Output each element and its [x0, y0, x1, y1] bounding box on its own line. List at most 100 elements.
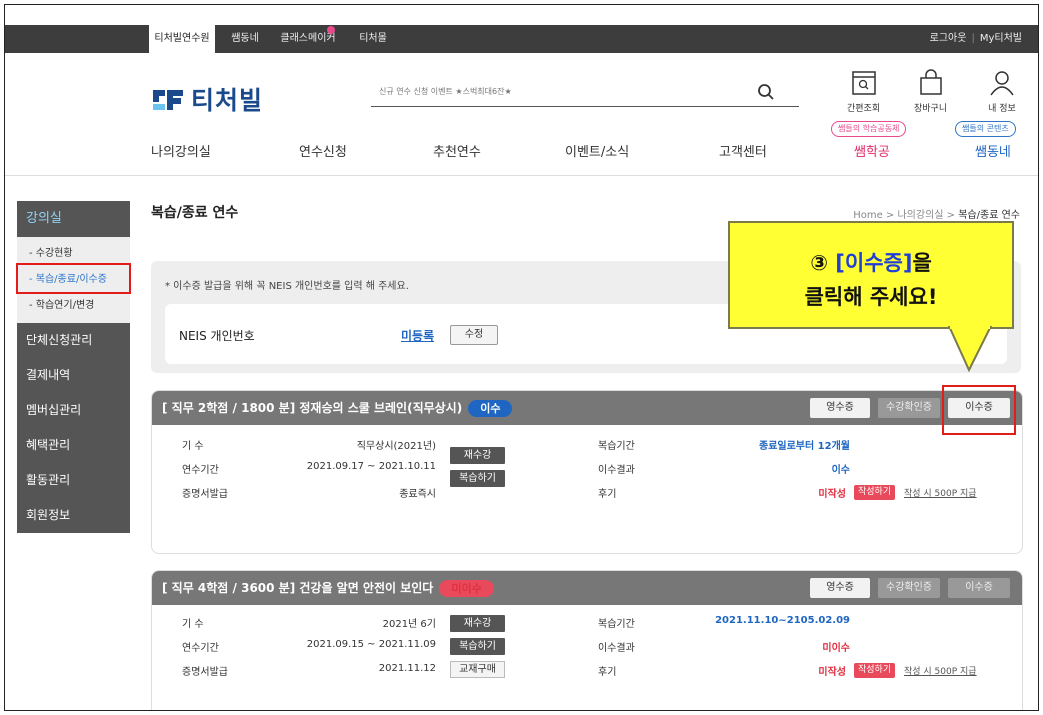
- course-title: [ 직무 2학점 / 1800 분] 정재승의 스쿨 브레인(직무상시) 이수: [162, 399, 513, 417]
- nav-recommended[interactable]: 추천연수: [433, 141, 481, 160]
- nav-my-classroom[interactable]: 나의강의실: [151, 141, 211, 160]
- value-cert: 종료즉시: [399, 489, 436, 500]
- sidebar-item-payment[interactable]: 결제내역: [17, 358, 130, 393]
- attendance-cert-button[interactable]: 수강확인증: [878, 398, 940, 418]
- completion-cert-button[interactable]: 이수증: [948, 578, 1010, 598]
- highlight-box: [16, 263, 131, 294]
- breadcrumb-sep: >: [885, 210, 895, 221]
- sidebar-item-postpone[interactable]: - 학습연기/변경: [17, 293, 130, 319]
- receipt-button[interactable]: 영수증: [810, 578, 870, 598]
- tab-ssemdongne[interactable]: 쌤동네: [223, 25, 267, 53]
- page-title: 복습/종료 연수: [151, 205, 239, 221]
- write-review-button[interactable]: 작성하기: [854, 485, 896, 500]
- breadcrumb-mid[interactable]: 나의강의실: [897, 210, 943, 221]
- label-result: 이수결과: [598, 643, 635, 654]
- quick-lookup-label: 간편조회: [847, 104, 881, 114]
- step-number: ③: [810, 251, 828, 275]
- global-nav: 나의강의실 연수신청 추천연수 이벤트/소식 고객센터 쌤학공 쌤동네: [151, 141, 1031, 169]
- label-cert: 증명서발급: [182, 667, 228, 678]
- sidebar-item-membership[interactable]: 멤버십관리: [17, 393, 130, 428]
- label-term: 기 수: [182, 441, 204, 452]
- sidebar: 강의실 - 수강현황 - 복습/종료/이수증 - 학습연기/변경 단체신청관리 …: [16, 201, 131, 533]
- my-info-button[interactable]: 내 정보: [988, 69, 1016, 114]
- review-button[interactable]: 복습하기: [450, 470, 505, 487]
- reward-link[interactable]: 작성 시 500P 지급: [904, 486, 977, 499]
- nav-ssemdongne[interactable]: 쌤동네: [975, 141, 1011, 160]
- divider: |: [971, 33, 975, 44]
- breadcrumb-home[interactable]: Home: [853, 210, 883, 221]
- sidebar-item-activity[interactable]: 활동관리: [17, 463, 130, 498]
- course-title: [ 직무 4학점 / 3600 분] 건강을 알면 안전이 보인다 미이수: [162, 579, 494, 597]
- my-teacherville-link[interactable]: My티처빌: [980, 33, 1022, 44]
- logo-mark-icon: [151, 86, 185, 112]
- review-button[interactable]: 복습하기: [450, 638, 505, 655]
- value-review-period: 종료일로부터 12개월: [759, 441, 850, 452]
- value-review-status: 미작성: [818, 667, 846, 678]
- retake-button[interactable]: 재수강: [450, 447, 505, 464]
- search-input[interactable]: [371, 77, 751, 105]
- course-title-text: [ 직무 2학점 / 1800 분] 정재승의 스쿨 브레인(직무상시): [162, 401, 463, 415]
- nav-apply[interactable]: 연수신청: [299, 141, 347, 160]
- label-review-period: 복습기간: [598, 441, 635, 452]
- value-term: 직무상시(2021년): [356, 441, 436, 452]
- pill-learning-community[interactable]: 쌤들의 학습공동체: [831, 121, 907, 137]
- course-header: [ 직무 4학점 / 3600 분] 건강을 알면 안전이 보인다 미이수 영수증…: [152, 571, 1022, 605]
- sidebar-item-member-info[interactable]: 회원정보: [17, 498, 130, 533]
- user-icon: [990, 71, 1014, 96]
- callout-line-1: ③ [이수증]을: [730, 247, 1012, 277]
- cart-button[interactable]: 장바구니: [914, 69, 947, 114]
- callout-highlight: [이수증]: [835, 251, 913, 275]
- neis-value-link[interactable]: 미등록: [401, 327, 434, 344]
- label-result: 이수결과: [598, 465, 635, 476]
- value-review-status: 미작성: [818, 489, 846, 500]
- nav-ssemhakgong[interactable]: 쌤학공: [854, 141, 890, 160]
- nav-customer-center[interactable]: 고객센터: [719, 141, 767, 160]
- label-period: 연수기간: [182, 465, 219, 476]
- value-review-period: 2021.11.10~2105.02.09: [715, 615, 850, 626]
- neis-edit-button[interactable]: 수정: [450, 325, 498, 345]
- pill-contents[interactable]: 쌤들의 콘텐츠: [955, 121, 1016, 137]
- status-badge: 미이수: [439, 580, 494, 597]
- sidebar-head[interactable]: 강의실: [17, 201, 130, 237]
- search-icon[interactable]: [757, 83, 775, 101]
- breadcrumb: Home > 나의강의실 > 복습/종료 연수: [853, 206, 1020, 221]
- label-review: 후기: [598, 667, 617, 678]
- sidebar-item-benefits[interactable]: 혜택관리: [17, 428, 130, 463]
- buy-textbook-button[interactable]: 교재구매: [450, 661, 505, 678]
- reward-link[interactable]: 작성 시 500P 지급: [904, 664, 977, 677]
- new-dot-icon: [327, 26, 335, 34]
- label-period: 연수기간: [182, 643, 219, 654]
- nav-divider: [5, 175, 1038, 176]
- course-card: [ 직무 4학점 / 3600 분] 건강을 알면 안전이 보인다 미이수 영수증…: [151, 570, 1023, 710]
- value-cert: 2021.11.12: [378, 663, 436, 674]
- receipt-button[interactable]: 영수증: [810, 398, 870, 418]
- instruction-callout: ③ [이수증]을 클릭해 주세요!: [728, 221, 1014, 329]
- callout-line-2: 클릭해 주세요!: [804, 285, 938, 309]
- quick-lookup-button[interactable]: 간편조회: [847, 69, 880, 114]
- neis-label: NEIS 개인번호: [179, 329, 255, 343]
- neis-message: * 이수증 발급을 위해 꼭 NEIS 개인번호를 입력 해 주세요.: [165, 281, 409, 292]
- label-cert: 증명서발급: [182, 489, 228, 500]
- highlight-box: [942, 385, 1016, 435]
- tab-teachermall[interactable]: 티처몰: [351, 25, 395, 53]
- nav-events[interactable]: 이벤트/소식: [565, 141, 629, 160]
- breadcrumb-sep: >: [946, 210, 956, 221]
- search-bar: [371, 77, 799, 107]
- attendance-cert-button[interactable]: 수강확인증: [878, 578, 940, 598]
- callout-tail-icon: [947, 326, 993, 373]
- course-header: [ 직무 2학점 / 1800 분] 정재승의 스쿨 브레인(직무상시) 이수 영…: [152, 391, 1022, 425]
- logout-link[interactable]: 로그아웃: [930, 33, 967, 44]
- my-info-label: 내 정보: [988, 104, 1016, 114]
- value-period: 2021.09.15 ~ 2021.11.09: [306, 639, 436, 650]
- top-right-links: 로그아웃 | My티처빌: [930, 25, 1022, 53]
- value-result: 이수: [831, 465, 850, 476]
- value-term: 2021년 6기: [382, 619, 436, 630]
- retake-button[interactable]: 재수강: [450, 615, 505, 632]
- search-box-icon: [851, 71, 876, 95]
- screen-frame: 티처빌연수원 쌤동네 클래스메이커 티처몰 로그아웃 | My티처빌 티처빌 신…: [4, 4, 1039, 711]
- value-period: 2021.09.17 ~ 2021.10.11: [306, 461, 436, 472]
- logo[interactable]: 티처빌: [151, 82, 263, 116]
- sidebar-item-group[interactable]: 단체신청관리: [17, 323, 130, 358]
- tab-teacherville[interactable]: 티처빌연수원: [149, 25, 215, 53]
- write-review-button[interactable]: 작성하기: [854, 663, 896, 678]
